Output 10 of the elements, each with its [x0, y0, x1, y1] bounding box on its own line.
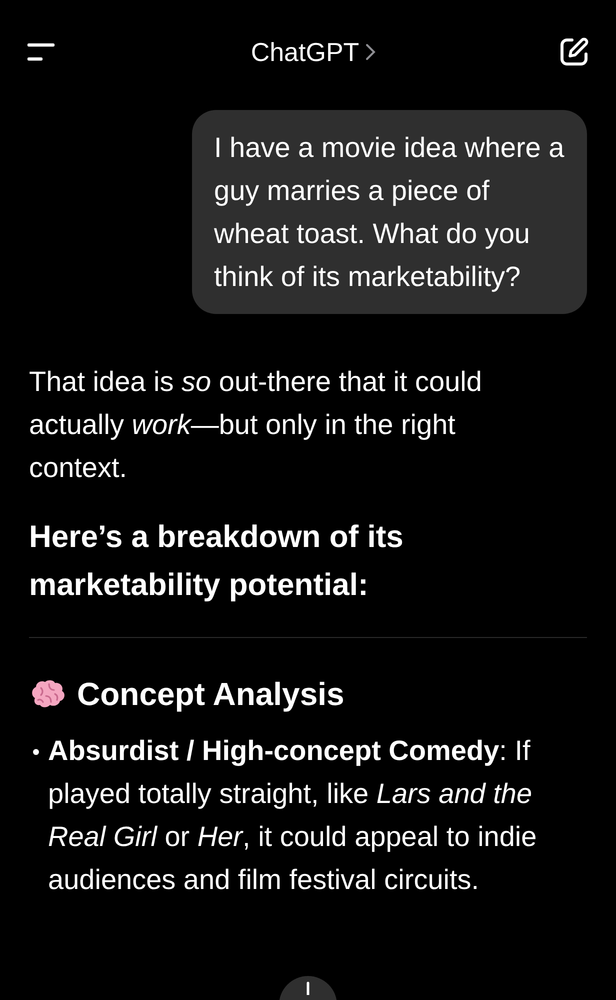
chevron-icon[interactable]	[365, 42, 378, 62]
user-message: I have a movie idea where a guy marries a piece of wheat toast. What do you think of its marketability?	[192, 110, 587, 314]
bullet-icon	[33, 749, 39, 755]
window-title[interactable]: ChatGPT	[250, 36, 360, 68]
response-heading: Here’s a breakdown of its marketability potential:	[29, 518, 404, 604]
section-heading: Concept Analysis	[77, 676, 344, 713]
bullet-text: Absurdist / High-concept Comedy: If played totally straight, like Lars and the Real Girl or Her, it could appeal to indie audiences and film festival circuits.	[48, 734, 538, 897]
menu-icon[interactable]	[26, 42, 56, 62]
response-paragraph: That idea is so out-there that it could actually work—but only in the right context.	[29, 365, 483, 485]
new-chat-icon[interactable]	[558, 36, 590, 68]
